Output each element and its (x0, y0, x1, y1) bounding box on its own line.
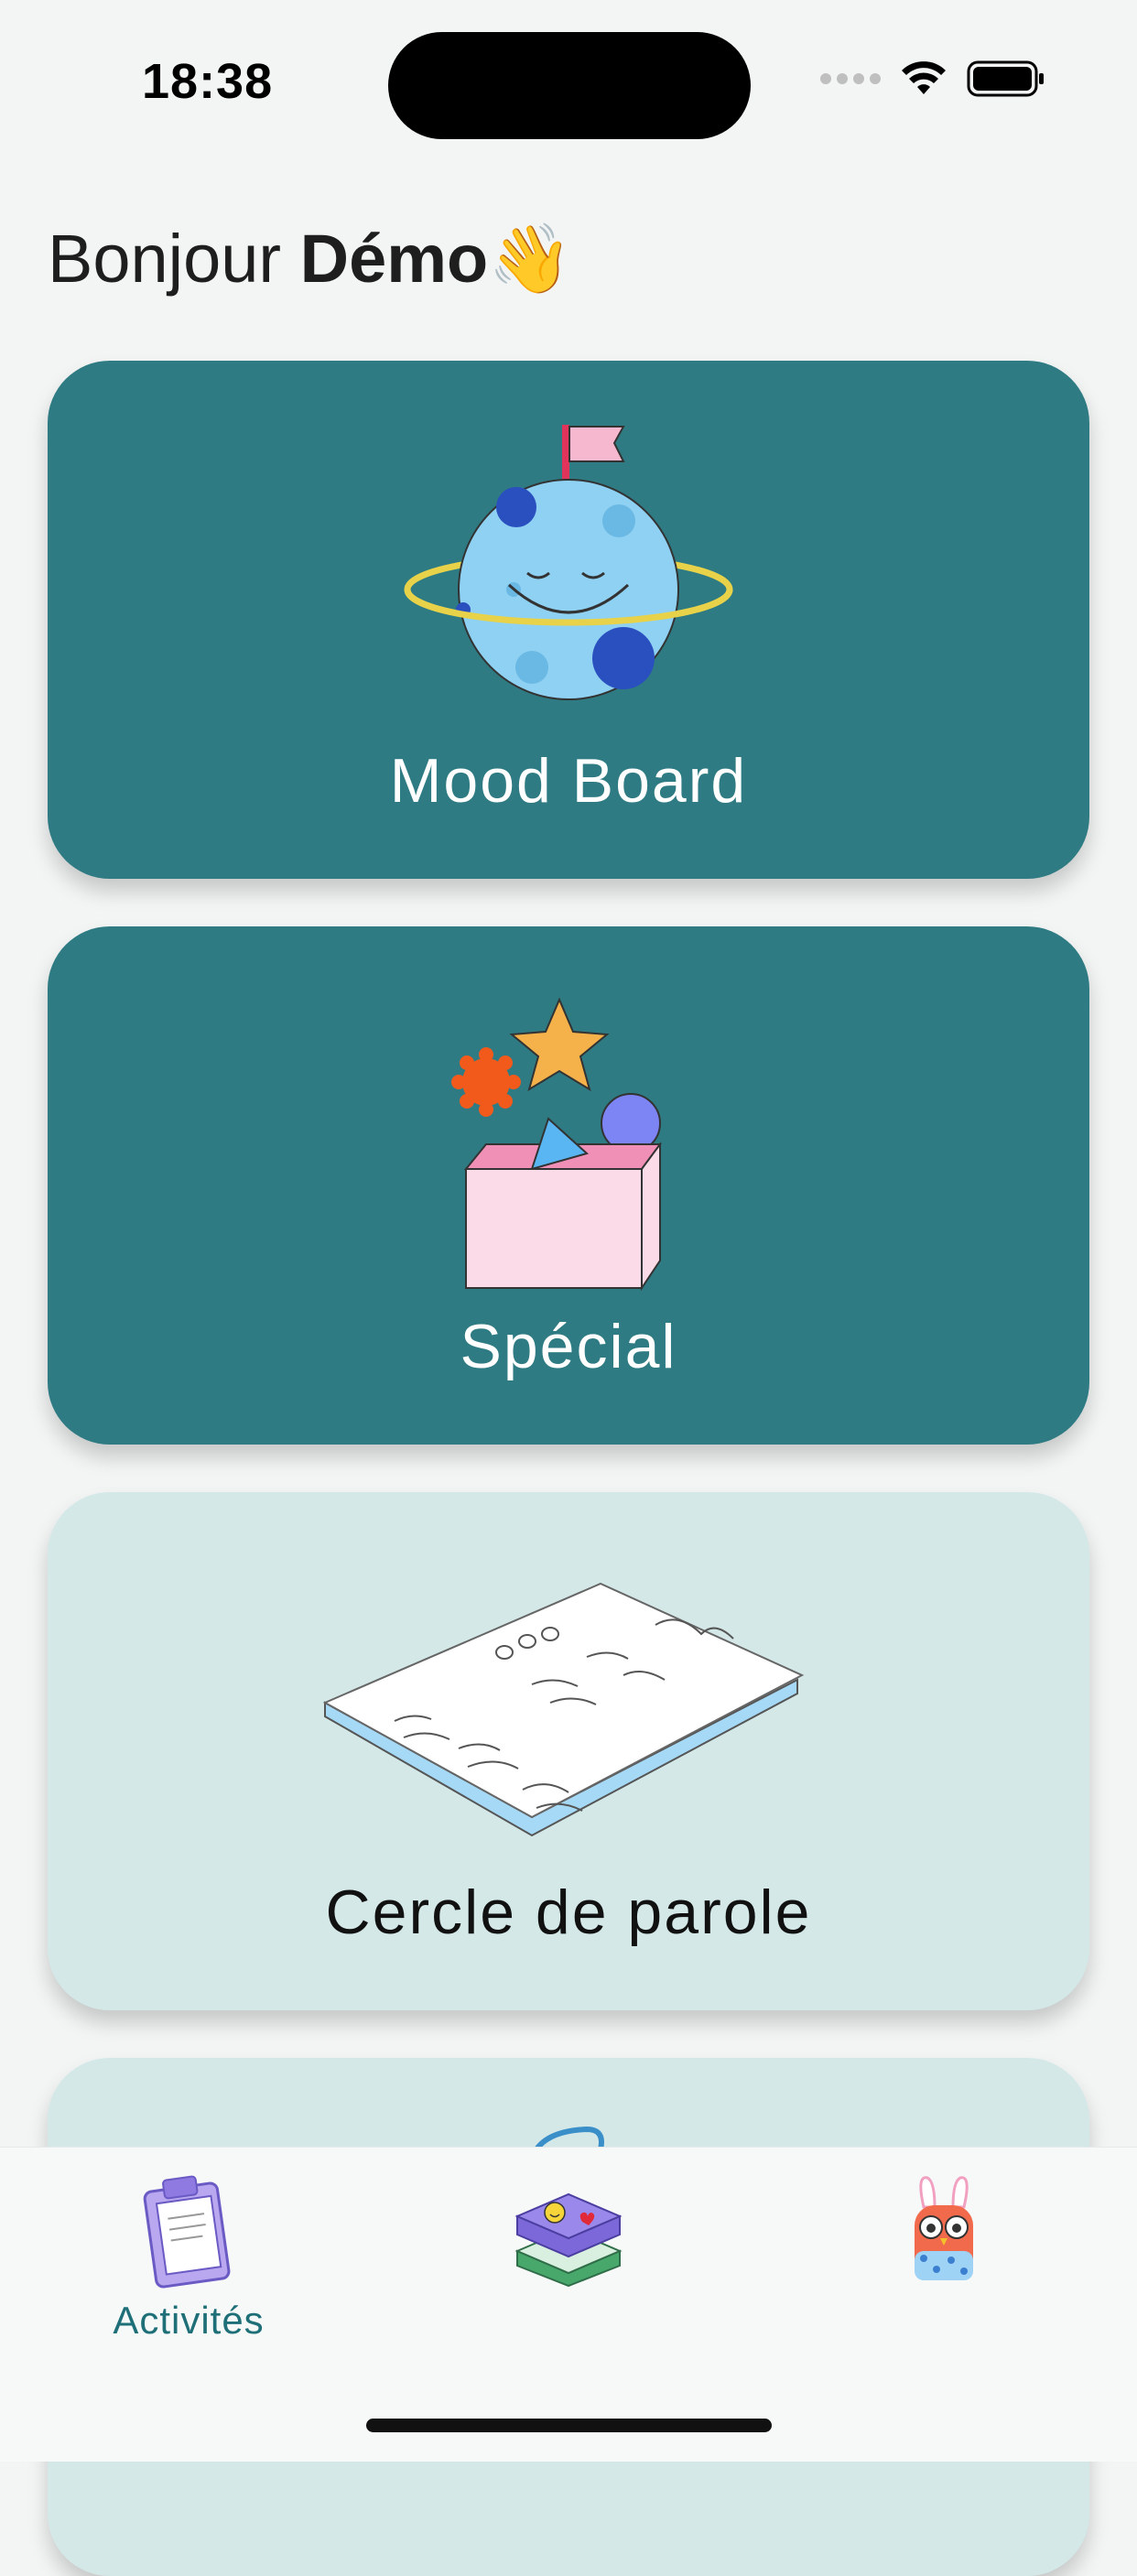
battery-icon (967, 60, 1044, 97)
tab-label: Activités (113, 2299, 265, 2342)
bottom-tab-bar: Activités (0, 2147, 1137, 2462)
bunny-owl-icon (915, 2176, 973, 2280)
wifi-icon (902, 61, 946, 94)
card-label: Cercle de parole (325, 1878, 812, 1947)
notebook-icon (48, 1547, 1089, 1858)
status-bar: 18:38 (0, 0, 1137, 165)
card-label: Mood Board (389, 746, 748, 816)
status-time: 18:38 (142, 54, 274, 109)
card-cercle-de-parole[interactable]: Cercle de parole (48, 1492, 1089, 2010)
tab-profile[interactable] (807, 2170, 1081, 2354)
home-indicator[interactable] (366, 2419, 772, 2432)
greeting-heading: Bonjour Démo👋 (48, 220, 572, 299)
planet-icon (48, 416, 1089, 727)
waving-hand-icon: 👋 (488, 221, 573, 297)
status-icons (820, 60, 1045, 97)
greeting-username: Démo (299, 221, 489, 297)
card-label: Spécial (460, 1312, 677, 1381)
dynamic-island (388, 32, 751, 139)
clipboard-icon (143, 2175, 231, 2289)
cellular-signal-icon (820, 73, 881, 84)
books-icon (514, 2192, 623, 2288)
toy-box-icon (48, 981, 1089, 1293)
tab-activites[interactable]: Activités (51, 2170, 326, 2354)
greeting-prefix: Bonjour (48, 221, 300, 297)
card-mood-board[interactable]: Mood Board (48, 361, 1089, 879)
tab-books[interactable] (431, 2170, 706, 2354)
card-special[interactable]: Spécial (48, 926, 1089, 1445)
